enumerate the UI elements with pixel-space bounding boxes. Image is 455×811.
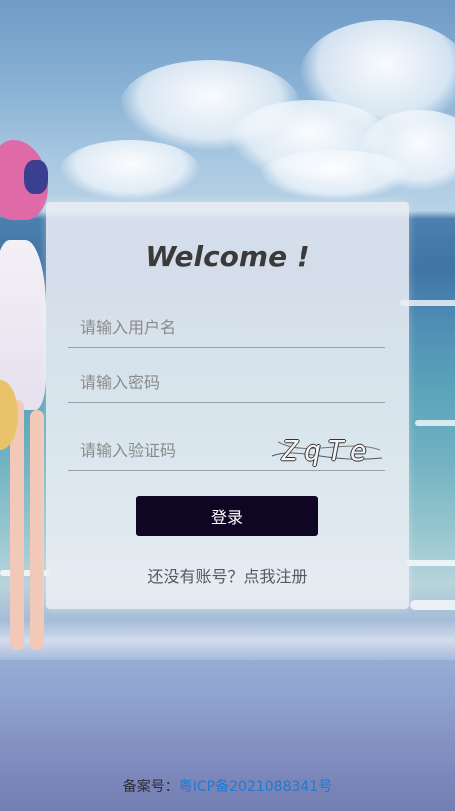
hair-bow xyxy=(24,160,48,194)
footer: 备案号：粤ICP备2021088341号 xyxy=(0,776,455,796)
wave xyxy=(415,420,455,426)
login-button[interactable]: 登录 xyxy=(136,496,318,536)
captcha-image[interactable]: ZqTe xyxy=(268,428,386,472)
record-label: 备案号： xyxy=(122,779,179,795)
password-input[interactable] xyxy=(68,363,385,403)
register-link[interactable]: 还没有账号？点我注册 xyxy=(46,563,409,587)
leg xyxy=(30,410,44,650)
cloud xyxy=(260,150,410,200)
cloud xyxy=(60,140,200,200)
wave xyxy=(410,600,455,610)
username-input[interactable] xyxy=(68,308,385,348)
icp-link[interactable]: 粤ICP备2021088341号 xyxy=(179,779,332,795)
shore-foam xyxy=(0,620,455,660)
login-card: Welcome ! ZqTe 登录 还没有账号？点我注册 xyxy=(46,202,409,609)
welcome-title: Welcome ! xyxy=(145,240,310,273)
wave xyxy=(405,560,455,566)
captcha-text: ZqTe xyxy=(281,433,373,467)
